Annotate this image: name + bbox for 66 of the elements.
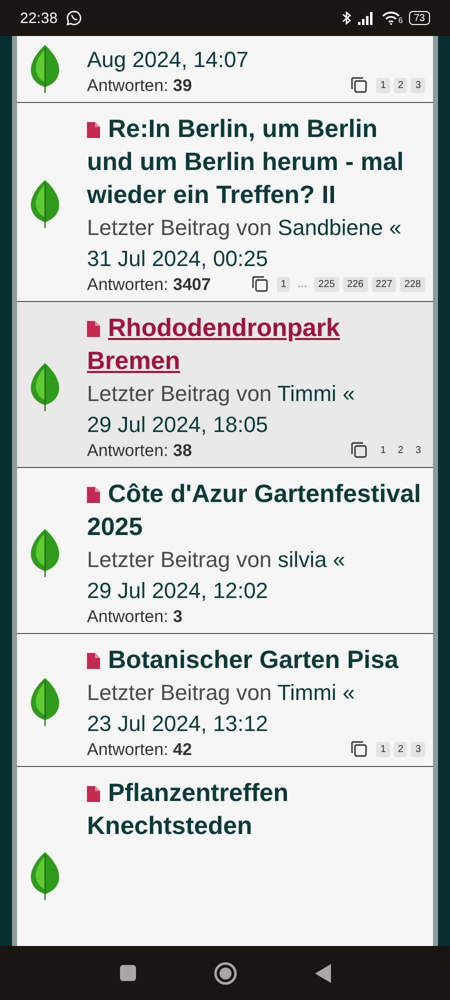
document-icon [87,122,100,138]
leaf-icon [28,44,60,94]
pages-icon [350,740,368,758]
page-link[interactable]: 226 [342,276,368,292]
document-icon [87,321,100,337]
leaf-icon [28,528,60,578]
pages-icon [350,76,368,94]
page-link[interactable]: 2 [394,78,408,92]
home-button[interactable] [214,962,236,984]
back-button[interactable] [314,964,330,982]
page-link[interactable]: 228 [400,276,425,292]
post-date-link[interactable]: Aug 2024, 14:07 [87,47,248,72]
page-link[interactable]: 1 [276,276,290,292]
battery-level: 73 [408,11,430,25]
leaf-icon [28,677,60,727]
topic-title-link[interactable]: Botanischer Garten Pisa [87,644,425,677]
leaf-icon [28,179,60,229]
topic-title-link[interactable]: Pflanzentreffen Knechtsteden [87,777,425,843]
page-link[interactable]: 2 [394,442,408,458]
post-date-link[interactable]: 31 Jul 2024, 00:25 [87,246,268,271]
whatsapp-icon [66,10,82,26]
bluetooth-icon [342,10,352,26]
pages-icon [350,441,368,459]
wifi-standard-label: 6 [398,16,403,25]
document-icon [87,653,100,669]
separator-mark: « [332,547,346,572]
last-post-label: Letzter Beitrag von [87,547,272,572]
last-post-label: Letzter Beitrag von [87,215,272,240]
post-date-link[interactable]: 29 Jul 2024, 12:02 [87,578,268,603]
page-link[interactable]: 1 [376,742,390,756]
page-link[interactable]: 1 [376,78,390,92]
topic-title-link[interactable]: Rhododendronpark Bremen [87,312,425,378]
replies-count: Antworten: 39 [87,76,193,96]
separator-mark: « [342,680,355,705]
wifi-icon [382,11,400,25]
separator-mark: « [342,381,355,406]
author-link[interactable]: Timmi [277,381,336,406]
last-post-label: Letzter Beitrag von [87,381,272,406]
author-link[interactable]: Timmi [277,680,336,705]
post-date-link[interactable]: 29 Jul 2024, 18:05 [87,412,268,437]
page-link[interactable]: 2 [394,742,408,756]
recents-button[interactable] [120,965,136,981]
topic-title-link[interactable]: Re:In Berlin, um Berlin und um Berlin herum - mal wieder ein Treffen? II [87,113,425,212]
last-post-label: Letzter Beitrag von [87,680,272,705]
document-icon [87,487,100,503]
clock-time: 22:38 [20,10,58,26]
page-ellipsis: … [296,278,308,290]
page-link[interactable]: 227 [372,276,396,292]
page-link[interactable]: 3 [411,78,425,92]
page-link[interactable]: 3 [411,742,425,756]
document-icon [87,786,100,802]
pages-icon [250,275,269,293]
leaf-icon [28,362,60,412]
leaf-icon [28,851,60,901]
author-link[interactable]: silvia [278,547,327,572]
post-date-link[interactable]: 23 Jul 2024, 13:12 [87,711,268,736]
replies-count: Antworten: 3407 [87,275,212,295]
replies-count: Antworten: 38 [87,441,193,461]
page-link[interactable]: 3 [411,442,425,458]
replies-count: Antworten: 42 [87,740,193,760]
author-link[interactable]: Sandbiene [278,215,384,240]
page-link[interactable]: 1 [376,442,390,458]
topic-title-link[interactable]: Côte d'Azur Gartenfestival 2025 [87,478,425,544]
separator-mark: « [389,215,402,240]
replies-count: Antworten: 3 [87,607,184,627]
page-link[interactable]: 225 [314,276,339,292]
